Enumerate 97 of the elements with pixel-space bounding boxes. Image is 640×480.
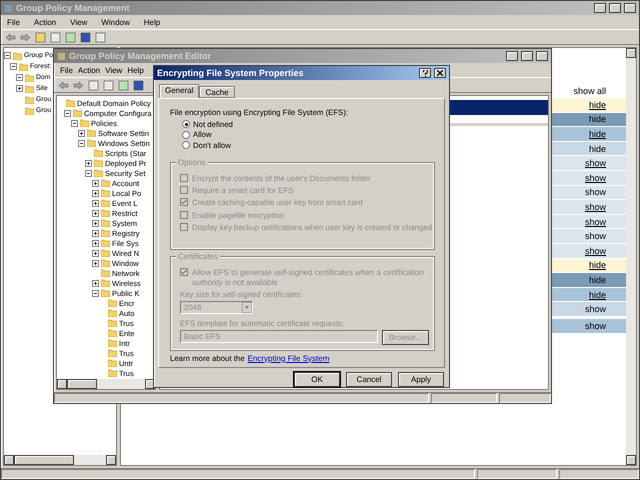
menu-item[interactable]: Help: [144, 18, 160, 26]
help-icon[interactable]: [80, 32, 91, 42]
toggle-link[interactable]: hide: [588, 128, 606, 139]
maximize-button[interactable]: [521, 51, 533, 61]
collapse-icon[interactable]: [71, 120, 78, 126]
collapse-icon[interactable]: [78, 140, 85, 146]
forward-icon[interactable]: [20, 32, 31, 42]
toggle-link[interactable]: show: [584, 246, 606, 256]
scroll-thumb[interactable]: [67, 379, 97, 389]
expand-icon[interactable]: [92, 210, 99, 216]
horizontal-scrollbar[interactable]: [4, 455, 116, 465]
collapse-icon[interactable]: [85, 170, 92, 176]
scroll-left-button[interactable]: [57, 379, 67, 389]
toggle-label: show: [584, 231, 606, 242]
panel-icon[interactable]: [95, 32, 106, 42]
expand-icon[interactable]: [92, 260, 99, 266]
collapse-icon[interactable]: [64, 110, 71, 116]
close-icon[interactable]: [437, 70, 443, 76]
dialog-title: Encrypting File System Properties: [157, 68, 305, 78]
show-all-link[interactable]: show all: [573, 86, 606, 98]
dialog-button[interactable]: Cancel: [346, 372, 392, 386]
toggle-link[interactable]: show: [584, 158, 606, 168]
efs-help-link[interactable]: Encrypting File System: [248, 354, 330, 362]
toggle-link[interactable]: hide: [588, 100, 606, 110]
check-icon: [181, 268, 187, 274]
toggle-link[interactable]: show: [584, 202, 606, 212]
help-button[interactable]: [419, 68, 431, 78]
list-icon[interactable]: [103, 80, 114, 90]
radio-button[interactable]: [182, 130, 190, 139]
expand-icon[interactable]: [92, 200, 99, 206]
expand-icon[interactable]: [92, 250, 99, 256]
collapse-icon[interactable]: [16, 74, 23, 81]
help-icon[interactable]: [133, 80, 144, 90]
menu-item[interactable]: File: [60, 66, 73, 74]
back-icon[interactable]: [5, 32, 16, 42]
expand-icon[interactable]: [92, 240, 99, 246]
check-icon: [181, 199, 187, 206]
group-title: Options: [176, 158, 208, 166]
toggle-label: hide: [588, 144, 606, 154]
toggle-label: show: [584, 320, 606, 331]
checkbox-label: Allow EFS to generate self-signed certificates when a certification authority is not available: [192, 268, 425, 288]
close-button[interactable]: [536, 51, 548, 61]
group-title: Certificates: [176, 252, 220, 260]
minimize-button[interactable]: [506, 51, 518, 61]
tab[interactable]: Cache: [199, 86, 235, 98]
radio-button[interactable]: [182, 120, 190, 128]
app-icon: [57, 52, 66, 60]
dialog-button[interactable]: OK: [294, 372, 340, 386]
toggle-label: hide: [588, 274, 606, 285]
expand-icon[interactable]: [16, 85, 23, 92]
expand-icon[interactable]: [78, 130, 85, 136]
expand-icon[interactable]: [85, 160, 92, 166]
scroll-left-button[interactable]: [4, 455, 14, 465]
menu-item[interactable]: View: [70, 18, 88, 26]
menu-item[interactable]: Action: [78, 66, 100, 74]
toggle-link[interactable]: hide: [588, 290, 606, 300]
expand-icon[interactable]: [92, 280, 99, 286]
close-button[interactable]: [434, 68, 446, 78]
tab[interactable]: General: [159, 84, 200, 98]
scroll-down-button[interactable]: [626, 455, 636, 465]
toggle-label: show: [584, 304, 606, 314]
horizontal-scrollbar[interactable]: [57, 379, 155, 389]
expand-icon[interactable]: [92, 190, 99, 196]
back-icon[interactable]: [58, 80, 69, 90]
menu-item[interactable]: Help: [127, 66, 144, 74]
window-title: Group Policy Management Editor: [69, 51, 212, 61]
close-button[interactable]: [624, 3, 636, 13]
toggle-link[interactable]: show: [584, 172, 606, 183]
expand-icon[interactable]: [92, 180, 99, 186]
scroll-up-button[interactable]: [626, 48, 636, 58]
scroll-thumb[interactable]: [14, 455, 74, 465]
window-title: Group Policy Management: [16, 3, 131, 13]
toggle-label: hide: [588, 114, 606, 124]
question-mark-icon[interactable]: [422, 70, 428, 76]
radio-button[interactable]: [182, 141, 190, 150]
forward-icon[interactable]: [73, 80, 84, 90]
collapse-icon[interactable]: [4, 52, 11, 59]
toggle-link[interactable]: hide: [588, 260, 606, 270]
expand-icon[interactable]: [92, 220, 99, 226]
scroll-right-button[interactable]: [106, 455, 116, 465]
window-icon[interactable]: [88, 80, 99, 90]
vertical-scrollbar[interactable]: [626, 48, 636, 465]
toggle-link[interactable]: show: [584, 216, 606, 227]
dialog-button[interactable]: Apply: [398, 372, 444, 386]
menu-item[interactable]: Action: [34, 18, 56, 26]
minimize-button[interactable]: [594, 3, 606, 13]
collapse-icon[interactable]: [10, 63, 17, 70]
window-icon[interactable]: [50, 32, 61, 42]
collapse-icon[interactable]: [92, 290, 99, 296]
toggle-label: show: [584, 187, 606, 198]
expand-icon[interactable]: [92, 230, 99, 236]
maximize-button[interactable]: [609, 3, 621, 13]
menu-item[interactable]: View: [105, 66, 122, 74]
dropdown-arrow-icon[interactable]: [242, 302, 252, 312]
menu-item[interactable]: File: [7, 18, 20, 26]
app-icon: [4, 4, 13, 12]
menu-item[interactable]: Window: [101, 18, 130, 26]
